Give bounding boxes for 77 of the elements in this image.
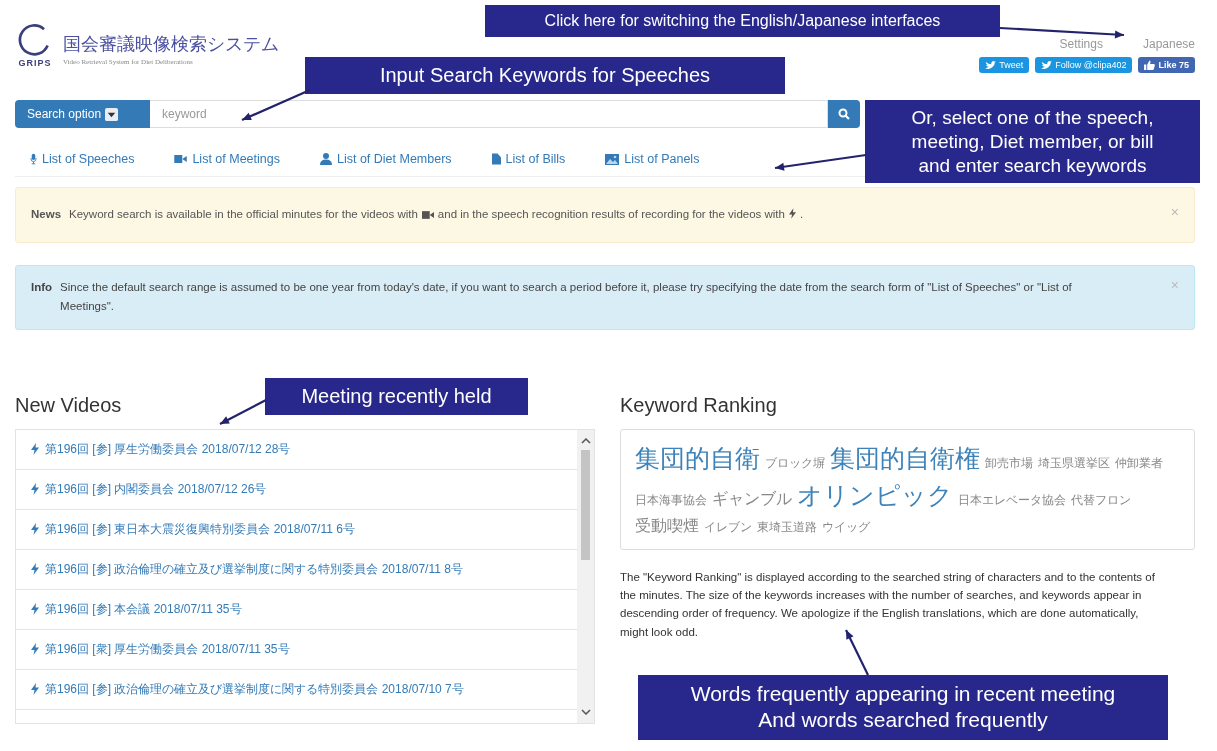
list-link[interactable]: List of Meetings	[174, 152, 280, 166]
alert-title: News	[31, 207, 62, 222]
keyword-link[interactable]: 仲卸業者	[1115, 454, 1163, 472]
lightning-icon	[31, 443, 39, 456]
keyword-link[interactable]: 日本海事協会	[635, 491, 707, 509]
annotation-callout: Words frequently appearing in recent meeting And words searched frequently	[638, 675, 1168, 740]
chevron-up-icon[interactable]	[580, 437, 591, 444]
annotation-callout: Meeting recently held	[265, 378, 528, 415]
caret-icon	[105, 107, 119, 121]
keyword-link[interactable]: ギャンブル	[712, 488, 792, 510]
image-icon	[605, 153, 620, 165]
keyword-link[interactable]: イレブン	[704, 518, 752, 536]
video-list-item[interactable]: 第196回 [参] 政治倫理の確立及び選挙制度に関する特別委員会 2018/07/11 8号	[16, 549, 577, 590]
section-heading: Keyword Ranking	[620, 393, 777, 417]
social-button[interactable]: Follow @clipa402	[1035, 57, 1133, 73]
bird-icon	[1041, 60, 1053, 70]
alert-text: Keyword search is available in the official minutes for the videos with	[69, 208, 418, 220]
site-title[interactable]: 国会審議映像検索システム	[63, 32, 279, 56]
ranking-description: The "Keyword Ranking" is displayed according to the searched string of characters and to the contents of the minutes. The size of the keywords increases with the number of searches, and keywords appear in descending order of frequency. We apologize if the English translations, which are done automatically, might look odd.	[620, 569, 1156, 640]
search-option-button[interactable]: Search option	[15, 100, 150, 128]
lightning-icon	[788, 208, 796, 219]
lightning-icon	[31, 603, 39, 616]
video-list-item[interactable]: 第196回 [参] 厚生労働委員会 2018/07/12 28号	[16, 429, 577, 470]
video-camera-icon	[174, 155, 188, 163]
pointer-arrow	[845, 629, 869, 676]
social-button[interactable]: Tweet	[979, 57, 1030, 73]
alert-text: and in the speech recognition results of recording for the videos with	[437, 208, 785, 220]
pointer-arrow	[219, 399, 267, 425]
keyword-link[interactable]: 埼玉県選挙区	[1038, 454, 1110, 472]
keyword-link[interactable]: 日本エレベータ協会	[958, 491, 1066, 509]
chevron-down-icon[interactable]	[580, 708, 591, 715]
annotation-callout: Or, select one of the speech, meeting, Diet member, or bill and enter search keywords	[865, 100, 1200, 184]
nav-link[interactable]: Settings	[1059, 37, 1103, 51]
video-list-item[interactable]: 第196回 [参] 東日本大震災復興特別委員会 2018/07/11 6号	[16, 509, 577, 550]
social-button[interactable]: Like 75	[1138, 57, 1195, 73]
keyword-link[interactable]: 卸売市場	[985, 454, 1033, 472]
keyword-link[interactable]: 集団的自衛権	[830, 441, 980, 475]
list-link[interactable]: List of Panels	[605, 152, 700, 166]
person-icon	[319, 153, 332, 165]
video-list-item[interactable]: 第196回 [参] 内閣委員会 2018/07/12 26号	[16, 469, 577, 510]
keyword-field[interactable]: keyword	[150, 100, 828, 128]
section-heading: New Videos	[15, 393, 122, 417]
list-link[interactable]: List of Speeches	[30, 152, 135, 166]
bird-icon	[985, 60, 997, 70]
search-button[interactable]	[828, 100, 860, 128]
keyword-link[interactable]: オリンピック	[797, 478, 953, 512]
keyword-link[interactable]: ブロック塀	[765, 454, 825, 472]
nav-link[interactable]: Japanese	[1142, 37, 1195, 51]
annotation-callout: Click here for switching the English/Japanese interfaces	[485, 5, 1000, 37]
alert-text: Since the default search range is assumed to be one year from today's date, if you want to search a period before it, please try specifying the date from the search form of "List of Speeches" or "List of Meetings".	[60, 280, 1072, 313]
alert-text: .	[799, 208, 804, 220]
keyword-link[interactable]: 東埼玉道路	[757, 518, 817, 536]
scrollbar-thumb[interactable]	[581, 449, 590, 560]
logo-text: GRIPS	[18, 58, 52, 68]
lightning-icon	[31, 483, 39, 496]
list-link[interactable]: List of Diet Members	[319, 152, 452, 166]
lightning-icon	[31, 563, 39, 576]
video-list-item[interactable]: 第196回 [参] 本会議 2018/07/11 35号	[16, 589, 577, 630]
video-list-item[interactable]: 第196回 [衆] 厚生労働委員会 2018/07/11 35号	[16, 629, 577, 670]
keyword-link[interactable]: 代替フロン	[1071, 491, 1131, 509]
scrollbar[interactable]	[577, 429, 594, 723]
document-icon	[491, 153, 501, 165]
lightning-icon	[31, 643, 39, 656]
annotation-callout: Input Search Keywords for Speeches	[305, 57, 785, 94]
lightning-icon	[31, 683, 39, 696]
search-icon	[838, 108, 850, 120]
microphone-icon	[30, 153, 37, 165]
video-list-item[interactable]: 第196回 [参] 政治倫理の確立及び選挙制度に関する特別委員会 2018/07/10 7号	[16, 669, 577, 710]
list-link[interactable]: List of Bills	[491, 152, 566, 166]
keyword-link[interactable]: 集団的自衛	[635, 441, 760, 475]
video-camera-icon	[421, 211, 434, 219]
pointer-arrow	[241, 89, 311, 121]
keyword-link[interactable]: 受動喫煙	[635, 515, 699, 537]
keyword-link[interactable]: ウイッグ	[822, 518, 870, 536]
alert-title: Info	[31, 279, 53, 295]
lightning-icon	[31, 523, 39, 536]
thumbs-up-icon	[1144, 60, 1156, 70]
